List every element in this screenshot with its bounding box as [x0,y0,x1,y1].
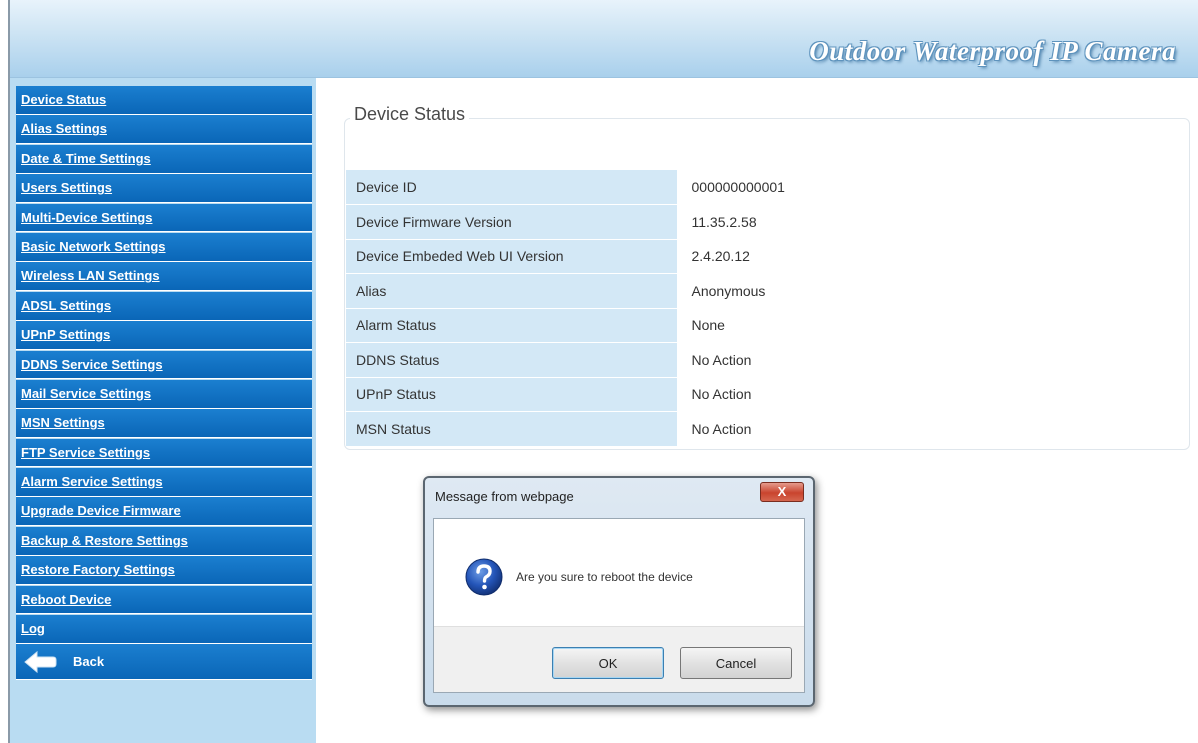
sidebar-item-alarm-service-settings[interactable]: Alarm Service Settings [16,468,312,497]
table-row: Alarm Status None [346,308,1184,343]
sidebar-item-ddns-service-settings[interactable]: DDNS Service Settings [16,350,312,380]
sidebar-item-date-time-settings[interactable]: Date & Time Settings [16,144,312,174]
table-row: MSN Status No Action [346,411,1184,447]
sidebar-item-basic-network-settings[interactable]: Basic Network Settings [16,232,312,262]
row-label: Device Firmware Version [346,204,678,240]
sidebar-item-mail-service-settings[interactable]: Mail Service Settings [16,379,312,409]
table-row: Device ID 000000000001 [346,170,1184,205]
table-row: UPnP Status No Action [346,377,1184,412]
row-label: Device ID [346,170,678,205]
sidebar-item-alias-settings[interactable]: Alias Settings [16,115,312,145]
sidebar-menu: Device Status Alias Settings Date & Time… [16,86,312,681]
row-value: 000000000001 [677,170,1184,205]
table-row: Alias Anonymous [346,273,1184,309]
sidebar-item-ftp-service-settings[interactable]: FTP Service Settings [16,438,312,468]
header-title: Outdoor Waterproof IP Camera [809,36,1176,66]
table-row: Device Firmware Version 11.35.2.58 [346,204,1184,240]
sidebar-item-reboot-device[interactable]: Reboot Device [16,585,312,615]
sidebar-item-upnp-settings[interactable]: UPnP Settings [16,321,312,350]
device-status-table: Device ID 000000000001 Device Firmware V… [346,170,1184,447]
sidebar-item-device-status[interactable]: Device Status [16,86,312,115]
back-arrow-icon [24,650,57,673]
sidebar-item-msn-settings[interactable]: MSN Settings [16,409,312,439]
section-title: Device Status [350,104,470,125]
page-header: Outdoor Waterproof IP Camera [10,0,1198,78]
dialog-title: Message from webpage [435,489,574,504]
row-value: Anonymous [677,273,1184,309]
confirm-dialog: Message from webpage X Are you sure to r… [423,476,815,707]
sidebar-item-upgrade-device-firmware[interactable]: Upgrade Device Firmware [16,497,312,527]
row-value: 11.35.2.58 [677,204,1184,240]
row-label: DDNS Status [346,342,678,378]
row-value: No Action [677,411,1184,447]
dialog-footer: OK Cancel [434,626,804,692]
back-label: Back [73,653,105,669]
question-icon [465,558,503,596]
row-label: MSN Status [346,411,678,447]
row-value: No Action [677,342,1184,378]
row-label: Device Embeded Web UI Version [346,239,678,274]
row-value: None [677,308,1184,343]
sidebar-item-restore-factory-settings[interactable]: Restore Factory Settings [16,556,312,586]
sidebar-item-wireless-lan-settings[interactable]: Wireless LAN Settings [16,262,312,292]
table-row: Device Embeded Web UI Version 2.4.20.12 [346,239,1184,274]
row-label: UPnP Status [346,377,678,412]
cancel-button[interactable]: Cancel [680,647,792,679]
sidebar-item-backup-restore-settings[interactable]: Backup & Restore Settings [16,526,312,556]
row-label: Alarm Status [346,308,678,343]
dialog-body: Are you sure to reboot the device OK Can… [433,518,805,693]
row-label: Alias [346,273,678,309]
sidebar: Device Status Alias Settings Date & Time… [10,78,316,743]
dialog-close-button[interactable]: X [760,482,804,502]
table-row: DDNS Status No Action [346,342,1184,378]
row-value: 2.4.20.12 [677,239,1184,274]
sidebar-item-multi-device-settings[interactable]: Multi-Device Settings [16,203,312,233]
sidebar-item-adsl-settings[interactable]: ADSL Settings [16,291,312,321]
sidebar-item-log[interactable]: Log [16,615,312,644]
ok-button[interactable]: OK [552,647,664,679]
row-value: No Action [677,377,1184,412]
sidebar-item-users-settings[interactable]: Users Settings [16,174,312,203]
back-button[interactable]: Back [16,644,312,681]
dialog-message: Are you sure to reboot the device [516,570,693,584]
